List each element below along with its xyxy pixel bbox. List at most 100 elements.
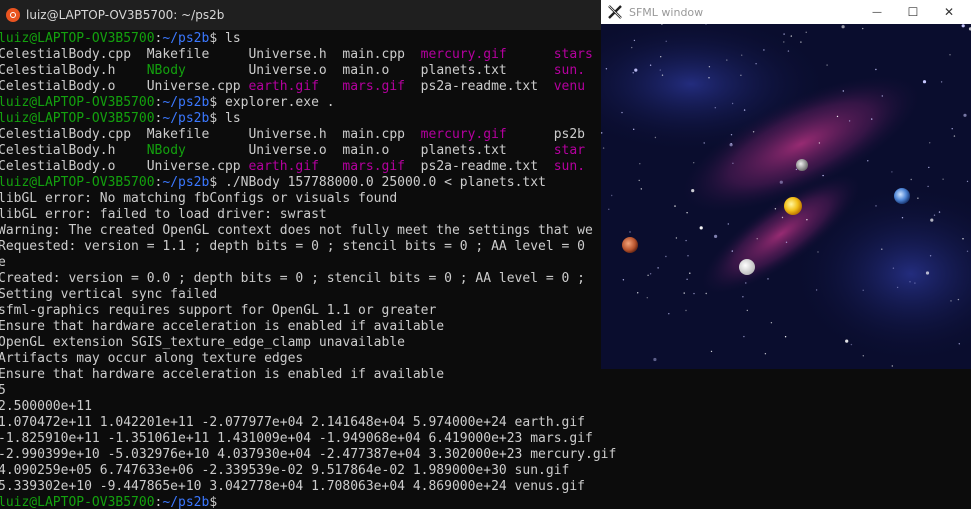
terminal-text: earth.gif [248,79,319,94]
terminal-text: luiz@LAPTOP-OV3B5700 [0,95,155,110]
sfml-window-title: SFML window [629,5,704,19]
star [929,255,932,257]
star [668,313,670,315]
terminal-text: sun. [553,63,586,78]
star [691,189,695,193]
star [953,135,956,137]
star [949,54,951,56]
star [743,335,745,338]
star [930,218,934,222]
star [622,279,625,281]
terminal-line: 5.339302e+10 -9.447865e+10 3.042778e+04 … [0,479,585,495]
venus-body[interactable] [739,259,755,275]
star [730,143,732,145]
star [653,357,657,362]
star [611,194,613,197]
terminal-line: CelestialBody.h NBody Universe.o main.o … [0,63,585,79]
star [785,241,788,243]
terminal-text: CelestialBody.o Universe.cpp [0,79,249,94]
terminal-line: 4.090259e+05 6.747633e+06 -2.339539e-02 … [0,463,569,479]
sfml-window[interactable]: SFML window — ☐ ✕ [601,0,971,369]
terminal-line: sfml-graphics requires support for OpenG… [0,303,436,319]
star [848,120,851,122]
star [637,292,639,294]
star [755,63,757,65]
star [605,68,608,70]
star [764,353,767,355]
star [896,286,899,289]
terminal-text: mars.gif [342,159,406,174]
star [631,46,633,49]
star [917,197,919,199]
terminal-line: CelestialBody.h NBody Universe.o main.o … [0,143,585,159]
star [940,81,943,83]
star [601,132,603,134]
terminal-text: 5 [0,383,6,398]
maximize-icon: ☐ [907,5,919,19]
mercury-body[interactable] [796,159,808,171]
star [708,66,711,68]
star [862,27,864,30]
terminal-text: Universe.o main.o planets.txt [185,63,554,78]
minimize-button[interactable]: — [859,0,895,24]
star [867,160,869,162]
star [674,205,676,207]
star [881,248,883,250]
star [693,292,695,295]
star [686,278,688,280]
terminal-text: ~/ps2b [162,175,210,190]
terminal-text: 2.500000e+11 [0,399,92,414]
star [927,185,929,188]
universe-canvas[interactable] [601,24,971,369]
star [805,31,807,33]
star [871,118,873,120]
terminal-text: earth.gif [248,159,319,174]
star [922,80,927,84]
terminal-text: NBody [146,143,186,158]
terminal-text: star [553,143,586,158]
close-icon: ✕ [943,5,955,19]
star [790,35,792,37]
star [714,234,718,238]
terminal-text: -2.990399e+10 -5.032976e+10 4.037930e+04… [0,447,617,462]
close-button[interactable]: ✕ [931,0,967,24]
star [683,292,685,294]
terminal-line: luiz@LAPTOP-OV3B5700:~/ps2b$ [0,495,217,509]
terminal-text: $ ls [209,111,241,126]
star [732,162,734,164]
terminal-line: luiz@LAPTOP-OV3B5700:~/ps2b$ explorer.ex… [0,95,335,111]
star [841,25,845,29]
earth-body[interactable] [894,188,910,204]
star [657,267,659,269]
star [689,272,691,274]
terminal-text: CelestialBody.cpp Makefile Universe.h ma… [0,47,421,62]
star [730,134,733,136]
star [665,255,667,258]
terminal-line: luiz@LAPTOP-OV3B5700:~/ps2b$ ls [0,31,241,47]
star [731,102,734,105]
star [767,278,769,280]
sun-body[interactable] [784,197,802,215]
star [891,171,893,173]
terminal-line: -2.990399e+10 -5.032976e+10 4.037930e+04… [0,447,616,463]
sfml-titlebar[interactable]: SFML window — ☐ ✕ [601,0,971,24]
terminal-line: 2.500000e+11 [0,399,92,415]
star [925,271,930,275]
terminal-text: ps2a-readme.txt [405,79,554,94]
star [933,214,936,216]
star [818,142,821,144]
star [901,217,904,219]
terminal-text: ~/ps2b [162,111,210,126]
terminal-line: CelestialBody.o Universe.cpp earth.gif m… [0,79,585,95]
star [875,205,877,207]
star [963,113,967,117]
terminal-text: e [0,255,6,270]
maximize-button[interactable]: ☐ [895,0,931,24]
star [752,131,755,133]
terminal-line: CelestialBody.cpp Makefile Universe.h ma… [0,47,593,63]
terminal-line: 5 [0,383,6,399]
terminal-text: Warning: The created OpenGL context does… [0,223,593,238]
terminal-text: 5.339302e+10 -9.447865e+10 3.042778e+04 … [0,479,585,494]
star [638,179,640,182]
mars-body[interactable] [622,237,638,253]
